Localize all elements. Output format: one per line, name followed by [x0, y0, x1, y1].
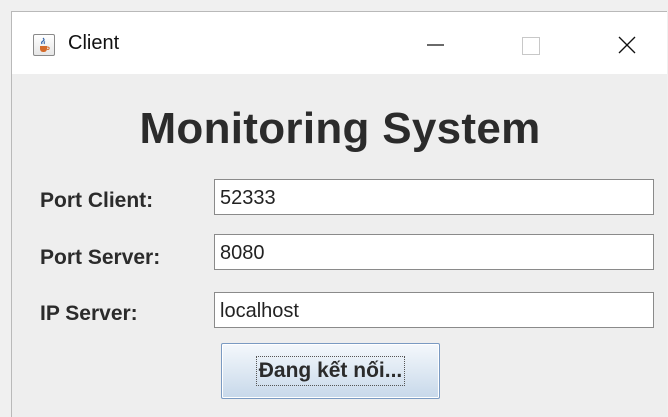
minimize-button[interactable]	[404, 12, 464, 74]
port-server-input[interactable]	[214, 234, 654, 270]
maximize-button[interactable]	[500, 12, 560, 74]
window-title: Client	[68, 32, 120, 54]
connect-button[interactable]: Đang kết nối...	[221, 343, 440, 399]
ip-server-input[interactable]	[214, 292, 654, 328]
title-bar[interactable]: Client	[12, 12, 667, 74]
connect-button-label: Đang kết nối...	[258, 359, 403, 382]
port-server-label: Port Server:	[40, 246, 161, 269]
port-client-input[interactable]	[214, 179, 654, 215]
page-title: Monitoring System	[139, 104, 541, 153]
maximize-icon	[522, 37, 540, 55]
client-window: Client Monitoring System Port Client: Po…	[11, 11, 667, 417]
close-button[interactable]	[596, 12, 656, 74]
ip-server-label: IP Server:	[40, 302, 138, 325]
port-client-label: Port Client:	[40, 189, 154, 212]
java-cup-icon[interactable]	[33, 34, 55, 56]
minimize-icon	[427, 44, 444, 46]
close-icon	[618, 36, 636, 54]
